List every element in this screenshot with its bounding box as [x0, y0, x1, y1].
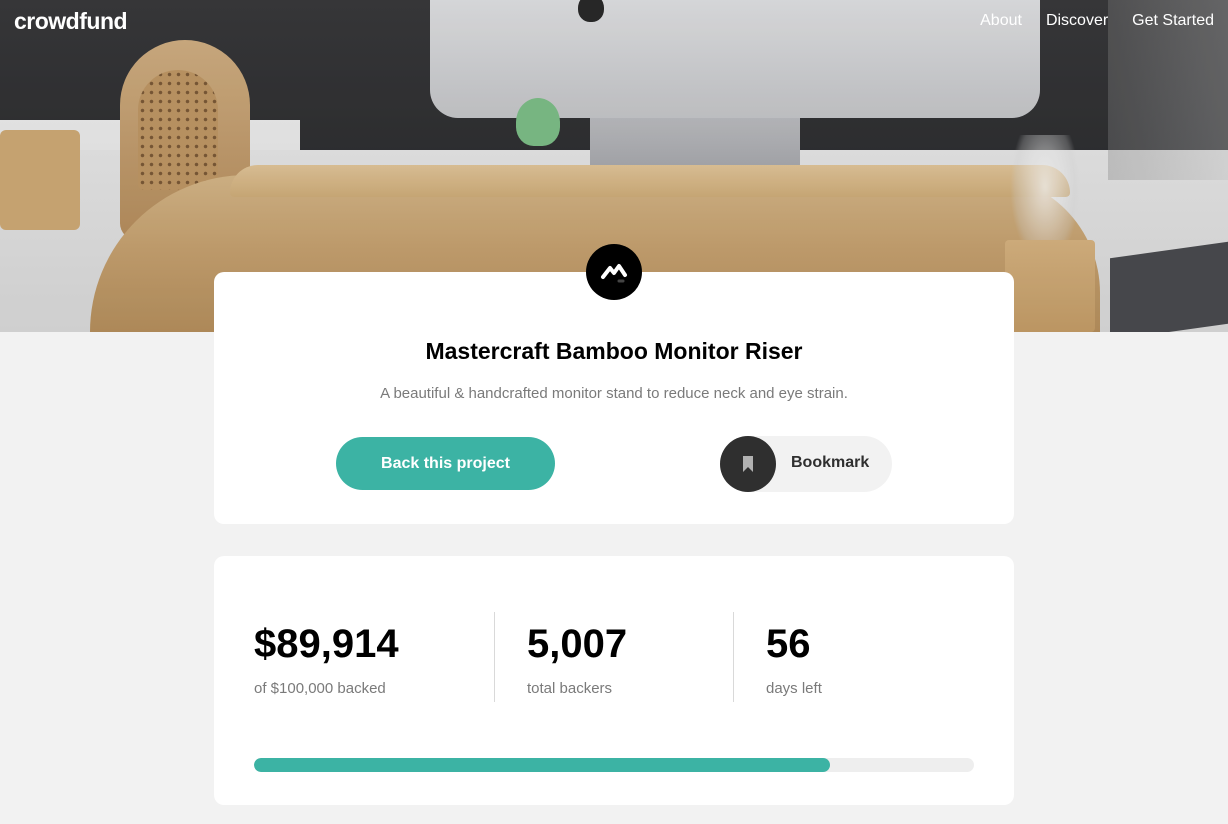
- mastercraft-logo-icon: [586, 244, 642, 300]
- stat-backers: 5,007 total backers: [527, 612, 717, 702]
- days-label: days left: [766, 680, 822, 697]
- stat-backed: $89,914 of $100,000 backed: [254, 612, 474, 702]
- stat-days-left: 56 days left: [766, 612, 966, 702]
- progress-fill: [254, 758, 830, 772]
- nav-links: About Discover Get Started: [980, 12, 1214, 30]
- nav-link-about[interactable]: About: [980, 12, 1022, 30]
- stat-divider: [733, 612, 734, 702]
- top-nav: crowdfund About Discover Get Started: [0, 0, 1228, 44]
- nav-link-get-started[interactable]: Get Started: [1132, 12, 1214, 30]
- project-description: A beautiful & handcrafted monitor stand …: [380, 385, 848, 402]
- back-project-button[interactable]: Back this project: [336, 437, 555, 490]
- stats-card: $89,914 of $100,000 backed 5,007 total b…: [214, 556, 1014, 805]
- backed-amount: $89,914: [254, 622, 399, 666]
- funding-progress-bar: [254, 758, 974, 772]
- backers-label: total backers: [527, 680, 613, 697]
- brand-logo[interactable]: crowdfund: [14, 8, 128, 35]
- project-title: Mastercraft Bamboo Monitor Riser: [425, 338, 803, 364]
- bookmark-icon: [720, 436, 776, 492]
- project-intro-card: Mastercraft Bamboo Monitor Riser A beaut…: [214, 272, 1014, 524]
- bookmark-button[interactable]: Bookmark: [720, 436, 892, 492]
- bookmark-label: Bookmark: [791, 454, 870, 471]
- backed-label: of $100,000 backed: [254, 680, 386, 697]
- stat-divider: [494, 612, 495, 702]
- days-left: 56: [766, 622, 811, 666]
- total-backers: 5,007: [527, 622, 628, 666]
- nav-link-discover[interactable]: Discover: [1046, 12, 1108, 30]
